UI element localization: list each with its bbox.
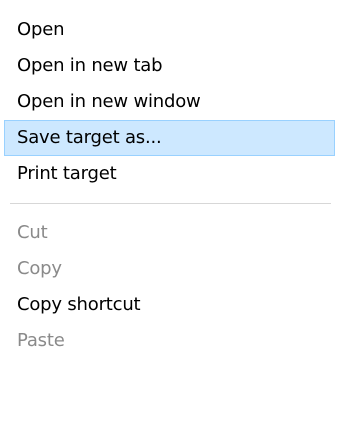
menu-item-label: Open in new window xyxy=(17,91,201,112)
menu-separator xyxy=(10,203,331,204)
menu-item-label: Paste xyxy=(17,330,65,351)
menu-item-label: Open in new tab xyxy=(17,55,163,76)
menu-item-label: Copy xyxy=(17,258,62,279)
menu-item-label: Open xyxy=(17,19,65,40)
menu-item-open[interactable]: Open xyxy=(4,12,335,48)
context-menu: Open Open in new tab Open in new window … xyxy=(0,0,341,424)
menu-item-cut: Cut xyxy=(4,215,335,251)
menu-item-print-target[interactable]: Print target xyxy=(4,156,335,192)
menu-item-save-target-as[interactable]: Save target as... xyxy=(4,120,335,156)
menu-item-copy-shortcut[interactable]: Copy shortcut xyxy=(4,287,335,323)
menu-item-label: Copy shortcut xyxy=(17,294,141,315)
menu-item-copy: Copy xyxy=(4,251,335,287)
menu-item-label: Print target xyxy=(17,163,117,184)
menu-item-open-in-new-window[interactable]: Open in new window xyxy=(4,84,335,120)
menu-item-label: Save target as... xyxy=(17,127,162,148)
menu-item-paste: Paste xyxy=(4,323,335,359)
menu-item-label: Cut xyxy=(17,222,48,243)
menu-item-open-in-new-tab[interactable]: Open in new tab xyxy=(4,48,335,84)
